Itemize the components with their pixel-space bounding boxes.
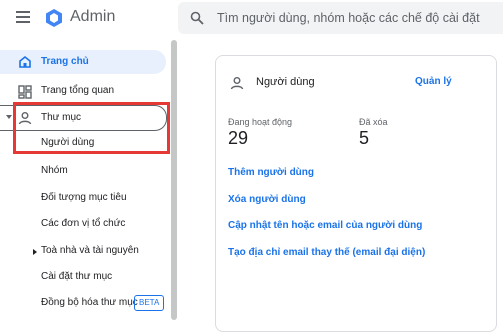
expand-caret-icon[interactable] [33, 249, 37, 255]
users-card: Người dùng Quản lý Đang hoạt động 29 Đã … [215, 55, 497, 332]
sidebar-subitem-target-audiences[interactable]: Đối tượng mục tiêu [41, 192, 127, 203]
sidebar-item-dashboard[interactable]: Trang tổng quan [0, 80, 166, 102]
active-users-count: 29 [228, 128, 249, 148]
sidebar-subitem-org-units[interactable]: Các đơn vị tổ chức [41, 218, 125, 229]
top-bar: Admin Tìm người dùng, nhóm hoặc các chế … [0, 0, 503, 36]
beta-badge: BETA [134, 295, 165, 311]
search-bar[interactable]: Tìm người dùng, nhóm hoặc các chế độ cài… [178, 2, 503, 34]
add-user-link[interactable]: Thêm người dùng [228, 167, 314, 178]
search-input[interactable]: Tìm người dùng, nhóm hoặc các chế độ cài… [217, 11, 480, 25]
highlight-box [13, 102, 170, 154]
dashboard-icon [18, 85, 32, 99]
home-icon [19, 55, 31, 68]
admin-logo-icon [46, 9, 62, 27]
delete-user-link[interactable]: Xóa người dùng [228, 194, 306, 205]
deleted-users-count: 5 [359, 128, 370, 148]
person-icon [230, 77, 244, 90]
update-user-link[interactable]: Cập nhật tên hoặc email của người dùng [228, 220, 422, 231]
sidebar-item-home[interactable]: Trang chủ [0, 50, 166, 74]
sidebar-subitem-buildings[interactable]: Toà nhà và tài nguyên [33, 245, 139, 256]
sidebar-subitem-directory-settings[interactable]: Cài đặt thư mục [41, 271, 112, 282]
app-title: Admin [70, 8, 116, 25]
active-users-label: Đang hoạt động [228, 117, 293, 127]
create-alias-link[interactable]: Tạo địa chỉ email thay thế (email đại di… [228, 247, 425, 258]
search-icon [190, 11, 204, 25]
manage-link[interactable]: Quản lý [415, 76, 452, 87]
sidebar-subitem-groups[interactable]: Nhóm [41, 165, 68, 176]
sidebar-scrollbar[interactable] [171, 40, 177, 320]
card-title: Người dùng [256, 76, 315, 88]
sidebar-item-label: Trang chủ [41, 56, 89, 67]
deleted-users-label: Đã xóa [359, 117, 388, 127]
sidebar-item-label: Trang tổng quan [41, 85, 115, 96]
sidebar-item-label: Toà nhà và tài nguyên [41, 245, 139, 256]
expand-caret-icon[interactable] [6, 115, 12, 119]
sidebar-subitem-directory-sync[interactable]: Đồng bộ hóa thư mục [41, 297, 138, 308]
menu-icon[interactable] [16, 11, 30, 23]
